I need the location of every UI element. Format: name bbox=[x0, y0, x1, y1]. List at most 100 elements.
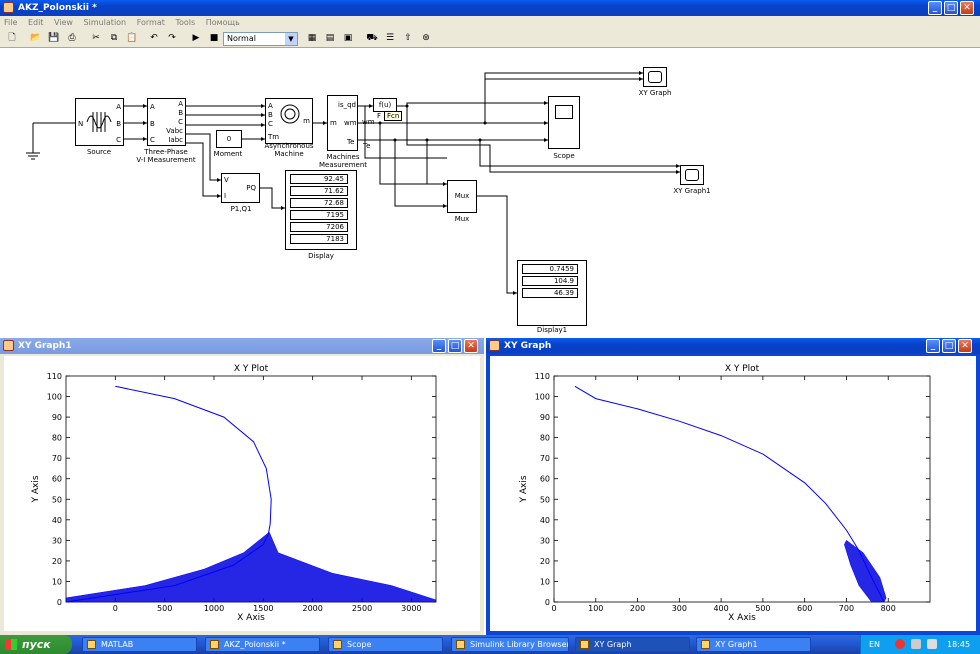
te-line-label: Te bbox=[363, 142, 371, 150]
y-tick-label: 0 bbox=[545, 598, 550, 607]
y-tick-label: 40 bbox=[540, 516, 550, 525]
x-tick-label: 100 bbox=[588, 604, 603, 613]
save-icon[interactable]: 💾 bbox=[48, 32, 60, 44]
xy-graph1-maximize-button[interactable]: □ bbox=[448, 339, 462, 353]
open-icon[interactable]: 📂 bbox=[30, 32, 42, 44]
new-icon[interactable]: 🗋 bbox=[6, 32, 18, 44]
machines-measurement-block[interactable]: m is_qd wm Te bbox=[327, 95, 358, 151]
maximize-button[interactable]: □ bbox=[944, 1, 958, 15]
language-indicator[interactable]: EN bbox=[869, 635, 880, 654]
stop-simulation-icon[interactable]: ■ bbox=[208, 32, 220, 44]
motor-icon bbox=[280, 104, 300, 124]
xy-graph-minimize-button[interactable]: _ bbox=[926, 339, 940, 353]
network-icon[interactable] bbox=[911, 639, 921, 649]
update-diagram-icon[interactable]: ▤ bbox=[324, 32, 336, 44]
xy-graph-titlebar[interactable]: XY Graph _ □ ✕ bbox=[486, 338, 980, 354]
menu-tools[interactable]: Tools bbox=[175, 18, 195, 27]
vi-measurement-block[interactable]: A B C A B C Vabc Iabc bbox=[147, 98, 186, 146]
task-model[interactable]: AKZ_Polonskii * bbox=[205, 637, 320, 652]
y-tick-label: 70 bbox=[52, 454, 62, 463]
x-tick-label: 500 bbox=[157, 604, 172, 613]
menu-help[interactable]: Помощь bbox=[206, 18, 240, 27]
print-icon[interactable]: ⎙ bbox=[66, 32, 78, 44]
paste-icon[interactable]: 📋 bbox=[126, 32, 138, 44]
build-icon[interactable]: ▦ bbox=[306, 32, 318, 44]
close-button[interactable]: ✕ bbox=[960, 1, 974, 15]
redo-icon[interactable]: ↷ bbox=[166, 32, 178, 44]
menu-simulation[interactable]: Simulation bbox=[84, 18, 127, 27]
mm-label-1: Machines bbox=[326, 153, 360, 161]
start-button[interactable]: пуск bbox=[0, 635, 72, 654]
xy-graph-maximize-button[interactable]: □ bbox=[942, 339, 956, 353]
menu-file[interactable]: File bbox=[4, 18, 17, 27]
task-scope[interactable]: Scope bbox=[328, 637, 443, 652]
x-tick-label: 3000 bbox=[401, 604, 421, 613]
menu-view[interactable]: View bbox=[54, 18, 73, 27]
x-tick-label: 2000 bbox=[302, 604, 322, 613]
xy-graph1-block[interactable] bbox=[680, 165, 704, 185]
security-alert-icon[interactable] bbox=[895, 639, 905, 649]
xy-graph-block[interactable] bbox=[643, 67, 667, 87]
simulink-app-icon bbox=[3, 2, 14, 13]
simulink-icon bbox=[210, 640, 219, 649]
source-port-n: N bbox=[78, 120, 84, 128]
xy-graph-close-button[interactable]: ✕ bbox=[958, 339, 972, 353]
task-xy-graph1[interactable]: XY Graph1 bbox=[696, 637, 811, 652]
taskbar: пуск MATLAB AKZ_Polonskii * Scope Simuli… bbox=[0, 635, 980, 654]
display-label: Display bbox=[308, 252, 334, 260]
model-explorer-icon[interactable]: ⛟ bbox=[366, 32, 378, 44]
start-simulation-icon[interactable]: ▶ bbox=[190, 32, 202, 44]
menu-edit[interactable]: Edit bbox=[28, 18, 44, 27]
x-tick-label: 1500 bbox=[253, 604, 273, 613]
asynchronous-machine-block[interactable]: A B C Tm m bbox=[265, 98, 313, 144]
pq-block[interactable]: V I PQ bbox=[221, 173, 260, 203]
menu-format[interactable]: Format bbox=[137, 18, 165, 27]
menubar: File Edit View Simulation Format Tools П… bbox=[0, 16, 980, 29]
library-browser-icon[interactable]: ▣ bbox=[342, 32, 354, 44]
task-xy-graph[interactable]: XY Graph bbox=[575, 637, 690, 652]
xy-graph1-title: XY Graph1 bbox=[18, 341, 72, 351]
mux-block[interactable]: Mux bbox=[447, 180, 477, 213]
fcn-block[interactable]: f(u) bbox=[373, 98, 397, 112]
display-value-6: 7183 bbox=[290, 234, 348, 244]
scope-block[interactable] bbox=[548, 96, 580, 149]
xy-graph1-window[interactable]: XY Graph1 _ □ ✕ X Y Plot X Axis Y Axis 0 500… bbox=[0, 338, 484, 635]
vi-out-a: A bbox=[178, 100, 183, 108]
model-window-title: AKZ_Polonskii * bbox=[18, 3, 97, 13]
task-library-browser[interactable]: Simulink Library Browser bbox=[451, 637, 569, 652]
simulation-mode-value: Normal bbox=[227, 34, 256, 43]
y-tick-label: 80 bbox=[52, 434, 62, 443]
xy-graph-icon bbox=[648, 71, 662, 83]
xy-graph1-titlebar[interactable]: XY Graph1 _ □ ✕ bbox=[0, 338, 484, 354]
display-value-1: 92.45 bbox=[290, 174, 348, 184]
volume-icon[interactable] bbox=[927, 639, 937, 649]
display1-block[interactable]: 0.7459 104.9 46.39 bbox=[517, 260, 587, 326]
model-canvas[interactable]: N A B C Source A B C A B C Vabc Iabc Thr… bbox=[0, 48, 980, 335]
go-to-parent-icon[interactable]: ⇧ bbox=[402, 32, 414, 44]
x-tick-label: 500 bbox=[755, 604, 770, 613]
copy-icon[interactable]: ⧉ bbox=[108, 32, 120, 44]
model-browser-icon[interactable]: ☰ bbox=[384, 32, 396, 44]
cut-icon[interactable]: ✂ bbox=[90, 32, 102, 44]
task-matlab[interactable]: MATLAB bbox=[82, 637, 197, 652]
figure-icon bbox=[333, 640, 342, 649]
system-tray: EN 18:45 bbox=[860, 635, 980, 654]
simulation-mode-select[interactable]: Normal ▼ bbox=[223, 32, 298, 46]
xy-graph1-close-button[interactable]: ✕ bbox=[464, 339, 478, 353]
mm-port-wm: wm bbox=[344, 119, 357, 127]
chevron-down-icon[interactable]: ▼ bbox=[285, 33, 297, 45]
moment-block[interactable]: 0 bbox=[216, 130, 242, 148]
task-label: XY Graph1 bbox=[715, 640, 758, 649]
undo-icon[interactable]: ↶ bbox=[148, 32, 160, 44]
y-axis-label: Y Axis bbox=[519, 475, 529, 503]
minimize-button[interactable]: _ bbox=[928, 1, 942, 15]
am-port-tm: Tm bbox=[268, 133, 280, 141]
model-window-titlebar[interactable]: AKZ_Polonskii * _ □ ✕ bbox=[0, 0, 980, 16]
xy-graph-window[interactable]: XY Graph _ □ ✕ X Y Plot X Axis Y Axis 0 100 2… bbox=[486, 338, 980, 635]
source-block[interactable]: N A B C bbox=[75, 98, 124, 146]
display-block[interactable]: 92.45 71.62 72.68 7195 7206 7183 bbox=[285, 170, 357, 250]
y-tick-label: 40 bbox=[52, 516, 62, 525]
xy-graph-plot: X Y PlotX AxisY Axis0 100 200 300 400 500 600 7… bbox=[519, 364, 931, 623]
xy-graph1-minimize-button[interactable]: _ bbox=[432, 339, 446, 353]
debug-icon[interactable]: ⊛ bbox=[420, 32, 432, 44]
